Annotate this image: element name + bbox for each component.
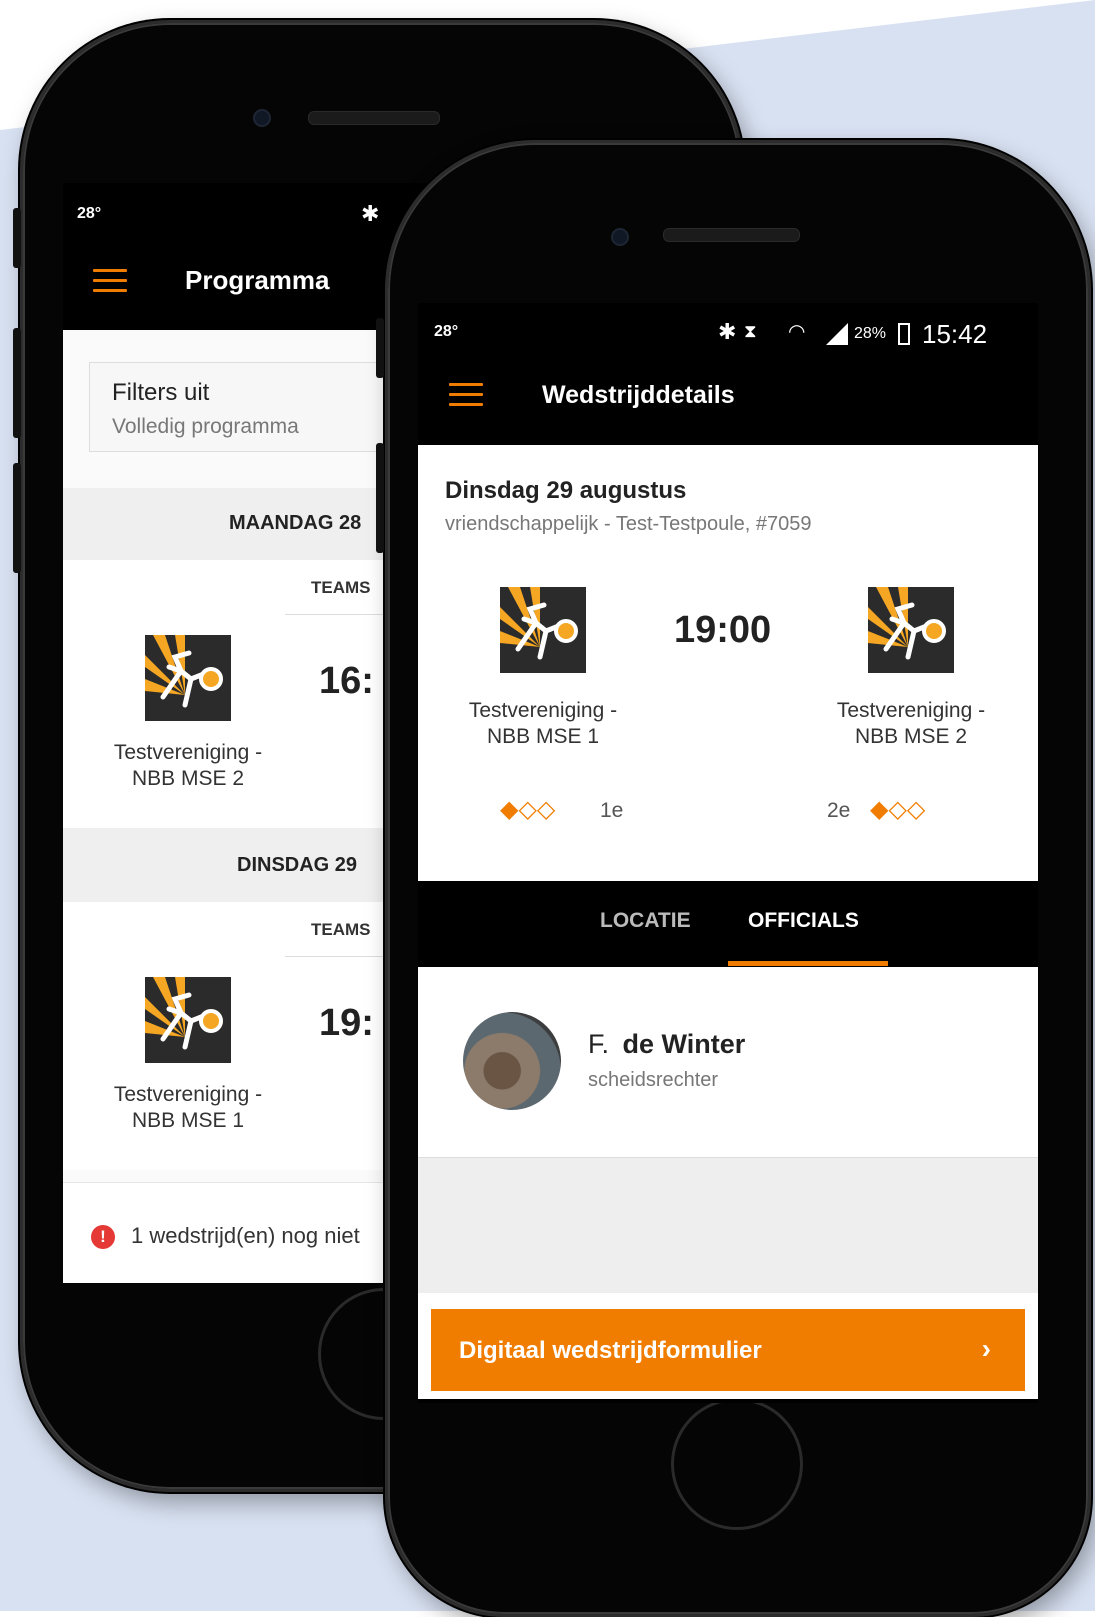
official-card[interactable]: F. de Winter scheidsrechter — [418, 967, 1038, 1157]
match-time: 16: — [319, 660, 374, 702]
side-button — [376, 443, 384, 553]
match-card: Dinsdag 29 augustus vriendschappelijk - … — [418, 445, 1038, 881]
temperature: 28° — [434, 323, 459, 340]
filter-title: Filters uit — [112, 379, 210, 406]
team-name: Testvereniging - NBB MSE 2 — [113, 741, 263, 790]
side-button — [13, 463, 21, 573]
match-time: 19: — [319, 1002, 374, 1044]
home-rank-diamonds-icon: ◆◇◇ — [500, 796, 556, 823]
digital-form-button[interactable]: Digitaal wedstrijdformulier › — [431, 1309, 1025, 1391]
filter-subtitle: Volledig programma — [112, 415, 299, 438]
filter-box[interactable]: Filters uit Volledig programma — [89, 362, 411, 452]
team-logo — [145, 977, 231, 1063]
temperature: 28° — [77, 205, 102, 222]
official-name: F. de Winter — [588, 1029, 746, 1059]
official-avatar — [463, 1012, 561, 1110]
side-button — [376, 318, 384, 378]
match-time: 19:00 — [674, 609, 772, 651]
home-rank: 1e — [600, 799, 624, 822]
page-title: Wedstrijddetails — [542, 381, 735, 409]
home-team-logo — [500, 587, 586, 673]
match-date: Dinsdag 29 augustus — [445, 477, 687, 504]
status-bar: 28° ✱ ⧗ ◠ 28% 15:42 — [418, 319, 1038, 349]
chevron-right-icon: › — [981, 1333, 991, 1364]
tab-locatie[interactable]: LOCATIE — [600, 909, 691, 933]
home-button[interactable] — [671, 1398, 803, 1530]
clock: 15:42 — [922, 319, 988, 349]
teams-label: TEAMS — [311, 920, 371, 939]
front-camera — [253, 109, 271, 127]
tab-bar: LOCATIE OFFICIALS — [418, 881, 1038, 967]
tab-officials[interactable]: OFFICIALS — [748, 909, 859, 933]
alert-icon: ! — [91, 1225, 115, 1249]
bluetooth-icon: ✱ — [361, 201, 380, 226]
page-title: Programma — [185, 265, 330, 295]
mute-icon: ⧗ — [744, 321, 757, 341]
wifi-icon: ◠ — [788, 321, 806, 343]
away-rank: 2e — [827, 799, 851, 822]
teams-label: TEAMS — [311, 578, 371, 597]
front-screen: 28° ✱ ⧗ ◠ 28% 15:42 Wedstrijddetails Din… — [418, 303, 1038, 1403]
front-phone: 28° ✱ ⧗ ◠ 28% 15:42 Wedstrijddetails Din… — [376, 140, 1091, 1617]
home-team-name: Testvereniging - NBB MSE 1 — [468, 699, 618, 748]
bluetooth-icon: ✱ — [718, 319, 737, 344]
match-info: vriendschappelijk - Test-Testpoule, #705… — [445, 513, 812, 535]
cta-label: Digitaal wedstrijdformulier — [459, 1337, 762, 1364]
team-name: Testvereniging - NBB MSE 1 — [113, 1083, 263, 1132]
menu-icon[interactable] — [449, 383, 483, 407]
app-bar: Wedstrijddetails — [418, 365, 1038, 435]
speaker — [308, 111, 440, 125]
front-camera — [611, 228, 629, 246]
battery-percent: 28% — [854, 325, 887, 342]
active-tab-indicator — [728, 961, 888, 966]
side-button — [13, 328, 21, 438]
menu-icon[interactable] — [93, 269, 127, 293]
team-logo — [145, 635, 231, 721]
speaker — [663, 228, 800, 242]
side-button — [13, 208, 21, 268]
official-role: scheidsrechter — [588, 1069, 719, 1091]
away-team-name: Testvereniging - NBB MSE 2 — [836, 699, 986, 748]
away-team-logo — [868, 587, 954, 673]
cta-container: Digitaal wedstrijdformulier › — [418, 1293, 1038, 1399]
away-rank-diamonds-icon: ◆◇◇ — [870, 796, 926, 823]
signal-icon — [826, 323, 848, 345]
empty-area — [418, 1157, 1038, 1294]
warning-text: 1 wedstrijd(en) nog niet — [131, 1223, 360, 1248]
battery-icon — [898, 323, 910, 345]
